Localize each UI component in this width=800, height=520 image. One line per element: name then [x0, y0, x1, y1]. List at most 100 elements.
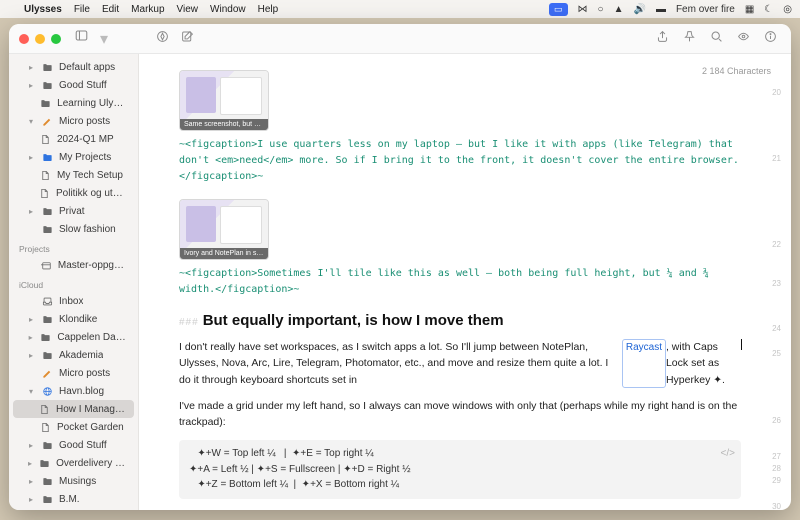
section-heading[interactable]: ###But equally important, is how I move …	[179, 312, 741, 329]
sidebar-item-learning-ulysses[interactable]: Learning Ulysses	[13, 94, 134, 112]
sidebar-item-my-projects[interactable]: ▸ My Projects	[13, 148, 134, 166]
globe-icon	[41, 385, 53, 397]
status-circle-icon[interactable]: ○	[598, 4, 604, 15]
image-attachment-2[interactable]: Ivory and NotePlan in split…	[179, 199, 269, 260]
sidebar-item-overdelivery-service[interactable]: Overdelivery Service	[13, 508, 134, 510]
sidebar-item-my-tech-setup[interactable]: My Tech Setup	[13, 166, 134, 184]
doc-icon	[39, 421, 51, 433]
folder-icon	[41, 205, 53, 217]
sidebar-item-label: Slow fashion	[59, 224, 116, 235]
heading-marker: ###	[179, 317, 199, 328]
status-clock-text[interactable]: Fem over fire	[676, 4, 735, 15]
paragraph-1-text-b: , with Caps Lock set as Hyperkey ✦.	[666, 339, 740, 388]
disclosure-icon[interactable]: ▸	[27, 441, 35, 450]
image-attachment-1[interactable]: Same screenshot, but a q…	[179, 70, 269, 131]
status-volume-icon[interactable]: 🔊	[633, 4, 645, 15]
figcaption-raw-1[interactable]: ~<figcaption>I use quarters less on my l…	[179, 137, 741, 185]
titlebar-chevron-icon[interactable]: ▾	[100, 29, 108, 49]
app-menu[interactable]: Ulysses	[24, 4, 62, 15]
folder-icon	[40, 97, 51, 109]
sidebar-item-default-apps[interactable]: ▸ Default apps	[13, 58, 134, 76]
disclosure-icon[interactable]: ▸	[27, 333, 34, 342]
disclosure-icon[interactable]: ▸	[27, 351, 35, 360]
sidebar-item-label: Pocket Garden	[57, 422, 124, 433]
sidebar-toggle-icon[interactable]	[75, 29, 88, 49]
disclosure-icon[interactable]: ▸	[27, 81, 35, 90]
info-icon[interactable]	[764, 30, 777, 48]
sidebar-item-micro-posts[interactable]: Micro posts	[13, 364, 134, 382]
paragraph-3[interactable]: And the left and right halves, cycles th…	[179, 509, 741, 510]
status-calendar-icon[interactable]: ▦	[745, 4, 754, 15]
sidebar-item-musings[interactable]: ▸Musings	[13, 472, 134, 490]
status-moon-icon[interactable]: ☾	[764, 4, 773, 15]
sidebar-item-b-m-[interactable]: ▸ B.M.	[13, 490, 134, 508]
menu-view[interactable]: View	[177, 4, 199, 15]
sidebar-item-2024-q1-mp[interactable]: 2024-Q1 MP	[13, 130, 134, 148]
pencil-icon	[41, 367, 53, 379]
preview-icon[interactable]	[737, 30, 750, 48]
minimize-button[interactable]	[35, 34, 45, 44]
sidebar-item-inbox[interactable]: Inbox	[13, 292, 134, 310]
close-button[interactable]	[19, 34, 29, 44]
sidebar-item-label: B.M.	[59, 494, 80, 505]
compass-icon[interactable]	[156, 30, 169, 48]
sidebar-item-master-oppgave[interactable]: Master-oppgave	[13, 256, 134, 274]
menu-edit[interactable]: Edit	[102, 4, 119, 15]
status-pill-icon[interactable]: ▭	[549, 3, 568, 16]
code-block-text: ✦+W = Top left ¼ | ✦+E = Top right ¼ ✦+A…	[189, 448, 411, 490]
sidebar-item-label: Good Stuff	[59, 80, 107, 91]
sidebar-item-privat[interactable]: ▸Privat	[13, 202, 134, 220]
sidebar-item-label: Master-oppgave	[58, 260, 126, 271]
code-block[interactable]: </> ✦+W = Top left ¼ | ✦+E = Top right ¼…	[179, 440, 741, 499]
sidebar-item-how-i-manage-windows[interactable]: How I Manage Windows	[13, 400, 134, 418]
figcaption-raw-2[interactable]: ~<figcaption>Sometimes I'll tile like th…	[179, 266, 741, 298]
status-battery-icon[interactable]: ▬	[656, 4, 666, 15]
paragraph-1-text-a: I don't really have set workspaces, as I…	[179, 339, 622, 388]
status-bowtie-icon[interactable]: ⋈	[578, 4, 588, 15]
disclosure-icon[interactable]: ▸	[27, 459, 33, 468]
share-icon[interactable]	[656, 30, 669, 48]
sidebar-item-pocket-garden[interactable]: Pocket Garden	[13, 418, 134, 436]
disclosure-icon[interactable]: ▸	[27, 315, 35, 324]
status-control-center-icon[interactable]: ◎	[783, 4, 792, 15]
status-user-icon[interactable]: ▲	[614, 4, 624, 15]
sidebar-item-cappelen-damm[interactable]: ▸Cappelen Damm	[13, 328, 134, 346]
zoom-button[interactable]	[51, 34, 61, 44]
menu-markup[interactable]: Markup	[131, 4, 164, 15]
sidebar-item-good-stuff[interactable]: ▸ Good Stuff	[13, 76, 134, 94]
search-icon[interactable]	[710, 30, 723, 48]
paragraph-2[interactable]: I've made a grid under my left hand, so …	[179, 398, 741, 431]
disclosure-icon[interactable]: ▸	[27, 207, 35, 216]
menu-help[interactable]: Help	[258, 4, 279, 15]
paragraph-1[interactable]: I don't really have set workspaces, as I…	[179, 339, 741, 388]
sidebar-item-micro-posts[interactable]: ▾Micro posts	[13, 112, 134, 130]
sidebar-item-label: 2024-Q1 MP	[57, 134, 114, 145]
sidebar-item-label: Inbox	[59, 296, 83, 307]
disclosure-icon[interactable]: ▸	[27, 63, 35, 72]
document-content[interactable]: Same screenshot, but a q… ~<figcaption>I…	[139, 54, 791, 510]
disclosure-icon[interactable]: ▸	[27, 495, 35, 504]
menu-file[interactable]: File	[74, 4, 90, 15]
sidebar-item-klondike[interactable]: ▸Klondike	[13, 310, 134, 328]
sidebar-item-slow-fashion[interactable]: Slow fashion	[13, 220, 134, 238]
raycast-link[interactable]: Raycast	[622, 339, 666, 388]
sidebar-item-akademia[interactable]: ▸Akademia	[13, 346, 134, 364]
disclosure-icon[interactable]: ▸	[27, 477, 35, 486]
sidebar-item-label: Good Stuff	[59, 440, 107, 451]
menu-window[interactable]: Window	[210, 4, 246, 15]
traffic-lights	[9, 34, 71, 44]
pin-icon[interactable]	[683, 30, 696, 48]
sidebar-item-good-stuff[interactable]: ▸ Good Stuff	[13, 436, 134, 454]
disclosure-icon[interactable]: ▾	[27, 117, 35, 126]
disclosure-icon[interactable]: ▸	[27, 153, 35, 162]
compose-icon[interactable]	[181, 30, 194, 48]
folder-icon	[41, 313, 53, 325]
sidebar-item-havn-blog[interactable]: ▾Havn.blog	[13, 382, 134, 400]
sidebar-item-politikk-og-utdanning[interactable]: Politikk og utdanning	[13, 184, 134, 202]
disclosure-icon[interactable]: ▾	[27, 387, 35, 396]
sidebar-item-label: Default apps	[59, 62, 115, 73]
code-lang-icon[interactable]: </>	[721, 446, 735, 462]
sidebar-item-overdelivery-service[interactable]: ▸Overdelivery Service	[13, 454, 134, 472]
sidebar-item-label: My Projects	[59, 152, 111, 163]
library-sidebar[interactable]: ▸ Default apps ▸ Good Stuff Learning Ulysses…	[9, 54, 139, 510]
